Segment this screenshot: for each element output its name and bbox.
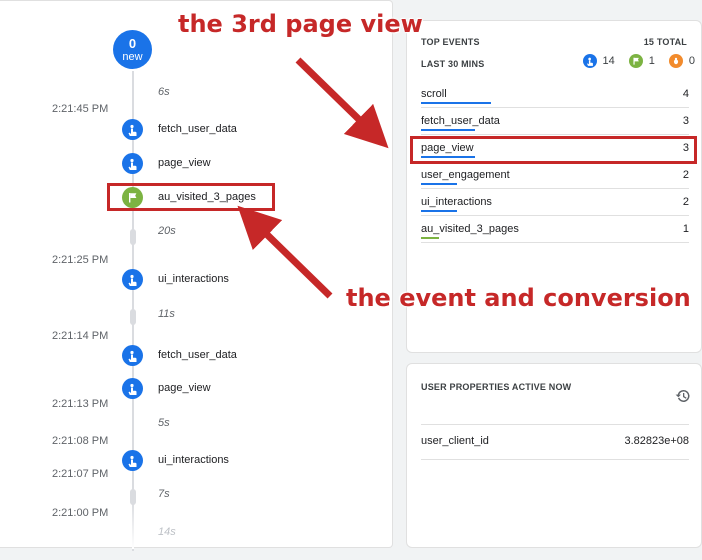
gap-label: 7s	[158, 488, 170, 500]
gap-marker	[130, 489, 136, 505]
touch-icon	[122, 153, 143, 174]
flag-icon	[628, 54, 643, 68]
event-count: 4	[682, 88, 689, 100]
top-event-row[interactable]: fetch_user_data 3	[421, 108, 689, 135]
seconds-stream-timeline: 0 new 6s 20s 11s 5s 7s 14s 2:21:45 PM 2:…	[0, 0, 393, 551]
errors-count: 0	[688, 55, 695, 67]
event-name: au_visited_3_pages	[421, 223, 519, 235]
gap-label: 11s	[158, 308, 175, 320]
top-event-row[interactable]: ui_interactions 2	[421, 189, 689, 216]
gap-label: 14s	[158, 526, 176, 538]
touch-icon	[122, 378, 143, 399]
touch-icon	[122, 119, 143, 140]
event-type-counts: 14 1 0	[582, 54, 695, 68]
event-name: scroll	[421, 88, 447, 100]
event-name: fetch_user_data	[158, 349, 237, 361]
timestamp-label: 2:21:07 PM	[52, 468, 109, 480]
gap-label: 5s	[158, 417, 170, 429]
top-events-total: 15 TOTAL	[643, 37, 687, 47]
gap-marker	[130, 309, 136, 325]
event-count: 2	[682, 196, 689, 208]
top-events-title: TOP EVENTS	[421, 37, 480, 47]
bug-icon	[668, 54, 683, 68]
event-name: page_view	[158, 157, 211, 169]
event-name: user_engagement	[421, 169, 510, 181]
annotation-conversion: the event and conversion	[346, 284, 691, 312]
event-name: fetch_user_data	[421, 115, 500, 127]
timestamp-label: 2:21:00 PM	[52, 507, 109, 519]
gap-marker	[130, 229, 136, 245]
top-event-row[interactable]: au_visited_3_pages 1	[421, 216, 689, 243]
history-icon[interactable]	[675, 388, 691, 409]
conversions-count: 1	[648, 55, 655, 67]
timestamp-label: 2:21:45 PM	[52, 103, 109, 115]
user-property-row[interactable]: user_client_id 3.82823e+08	[421, 424, 689, 460]
event-name: ui_interactions	[158, 273, 229, 285]
events-count: 14	[602, 55, 615, 67]
timeline-axis-fade	[132, 501, 134, 549]
touch-icon	[122, 269, 143, 290]
event-share-bar	[421, 237, 439, 239]
touch-icon	[122, 345, 143, 366]
page-view-highlight-box	[410, 136, 697, 164]
annotation-page-view: the 3rd page view	[178, 10, 423, 38]
gap-label: 6s	[158, 86, 170, 98]
time-range-label: LAST 30 MINS	[421, 59, 485, 69]
touch-icon	[122, 450, 143, 471]
user-properties-title: USER PROPERTIES ACTIVE NOW	[421, 382, 572, 392]
new-events-count: 0	[128, 36, 137, 51]
timestamp-label: 2:21:25 PM	[52, 254, 109, 266]
new-events-badge[interactable]: 0 new	[113, 30, 152, 69]
conversion-highlight-box	[107, 183, 275, 211]
user-properties-card: USER PROPERTIES ACTIVE NOW user_client_i…	[406, 363, 702, 548]
event-name: ui_interactions	[421, 196, 492, 208]
event-name: ui_interactions	[158, 454, 229, 466]
event-share-bar	[421, 129, 475, 131]
top-event-row[interactable]: scroll 4	[421, 81, 689, 108]
event-count: 1	[682, 223, 689, 235]
top-event-row[interactable]: user_engagement 2	[421, 162, 689, 189]
user-property-key: user_client_id	[421, 435, 489, 447]
debugview-page: 0 new 6s 20s 11s 5s 7s 14s 2:21:45 PM 2:…	[0, 0, 702, 560]
timestamp-label: 2:21:08 PM	[52, 435, 109, 447]
touch-icon	[582, 54, 597, 68]
event-share-bar	[421, 183, 457, 185]
event-name: page_view	[158, 382, 211, 394]
event-name: fetch_user_data	[158, 123, 237, 135]
timestamp-label: 2:21:13 PM	[52, 398, 109, 410]
gap-label: 20s	[158, 225, 176, 237]
event-share-bar	[421, 210, 457, 212]
event-count: 3	[682, 115, 689, 127]
event-count: 2	[682, 169, 689, 181]
new-events-label: new	[122, 51, 143, 63]
event-share-bar	[421, 102, 491, 104]
user-property-value: 3.82823e+08	[624, 435, 689, 447]
timestamp-label: 2:21:14 PM	[52, 330, 109, 342]
